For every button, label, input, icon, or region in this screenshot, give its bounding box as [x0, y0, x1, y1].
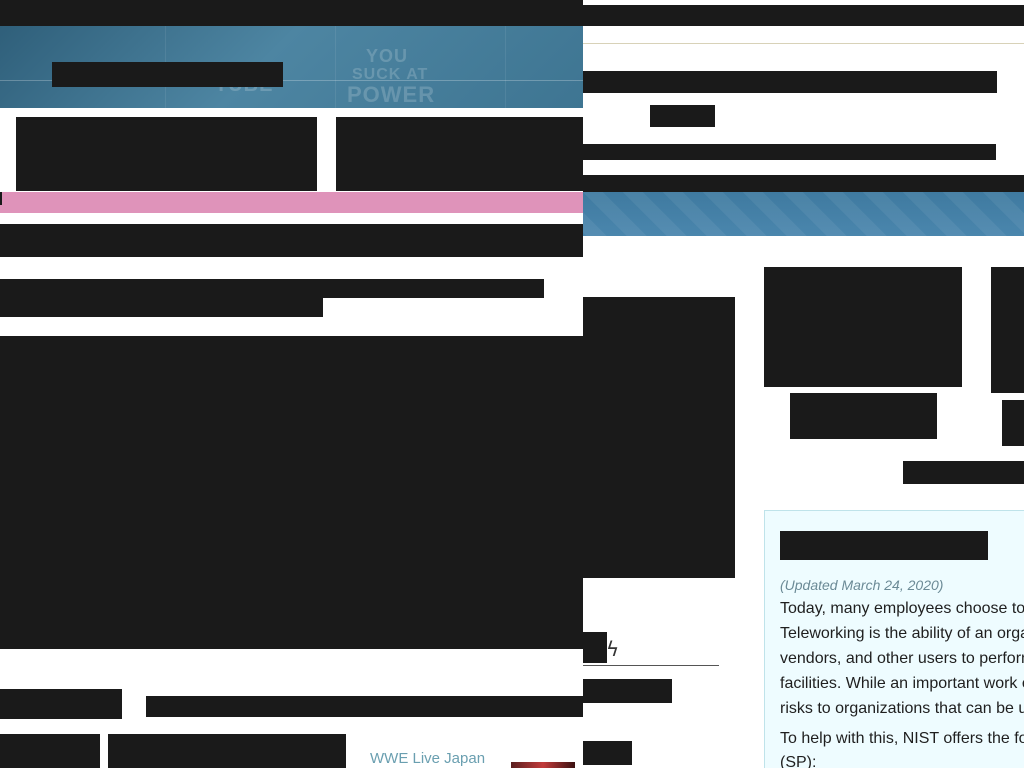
sidebar-link-wwe[interactable]: WWE Live Japan [370, 750, 485, 767]
right-banner [583, 192, 1024, 236]
card-redacted[interactable] [16, 117, 317, 191]
wwe-thumbnail[interactable] [511, 762, 575, 768]
right-line-redacted [583, 175, 1024, 193]
divider [583, 43, 1024, 44]
hero-title-redacted [52, 62, 283, 87]
section-heading-redacted [583, 632, 607, 663]
right-top-redacted-bar [583, 5, 1024, 26]
headline-redacted[interactable] [0, 224, 583, 257]
card-redacted[interactable] [336, 117, 583, 191]
main-media-redacted[interactable] [0, 336, 583, 649]
right-line-redacted [583, 144, 996, 160]
article-text-line: (SP): [780, 754, 817, 768]
section-item-redacted[interactable] [583, 741, 632, 765]
lightning-icon: ϟ [606, 637, 620, 661]
bottom-card-redacted[interactable] [0, 734, 100, 768]
article-text-line: risks to organizations that can be u [780, 700, 1024, 717]
bottom-card-redacted[interactable] [108, 734, 346, 768]
side-media-redacted[interactable] [583, 297, 735, 578]
article-text-line: Teleworking is the ability of an orga [780, 625, 1024, 642]
article-updated-date: (Updated March 24, 2020) [780, 577, 944, 593]
thumb-redacted[interactable] [764, 267, 962, 387]
page: TUBE YOU SUCK AT POWER (Updated March 24… [0, 0, 1024, 768]
hero-tile [505, 26, 583, 108]
right-tag-redacted[interactable] [650, 105, 715, 127]
article-panel: (Updated March 24, 2020) Today, many emp… [764, 510, 1024, 768]
label-redacted [903, 461, 1024, 484]
pink-bar-marker [0, 192, 2, 205]
section-item-redacted[interactable] [583, 679, 672, 703]
hero-banner: TUBE YOU SUCK AT POWER [0, 26, 583, 108]
article-text-line: facilities. While an important work o [780, 675, 1024, 692]
top-redacted-bar [0, 0, 583, 26]
article-text-line: vendors, and other users to perform [780, 650, 1024, 667]
subheadline-redacted [0, 298, 323, 317]
hero-ghost-text: POWER [347, 82, 436, 107]
thumb-redacted[interactable] [991, 267, 1024, 393]
article-title-redacted [780, 531, 988, 560]
article-text-line: To help with this, NIST offers the fol [780, 730, 1024, 747]
bottom-line-redacted [146, 696, 583, 717]
bottom-tag-redacted[interactable] [0, 689, 122, 719]
subheadline-redacted [0, 279, 544, 298]
right-heading-redacted [583, 71, 997, 93]
thumb-caption-redacted [790, 393, 937, 439]
section-rule [583, 665, 719, 666]
thumb-caption-redacted [1002, 400, 1024, 446]
pink-accent-bar [0, 192, 583, 213]
hero-ghost-text: YOU [366, 46, 409, 66]
article-text-line: Today, many employees choose to t [780, 600, 1024, 617]
